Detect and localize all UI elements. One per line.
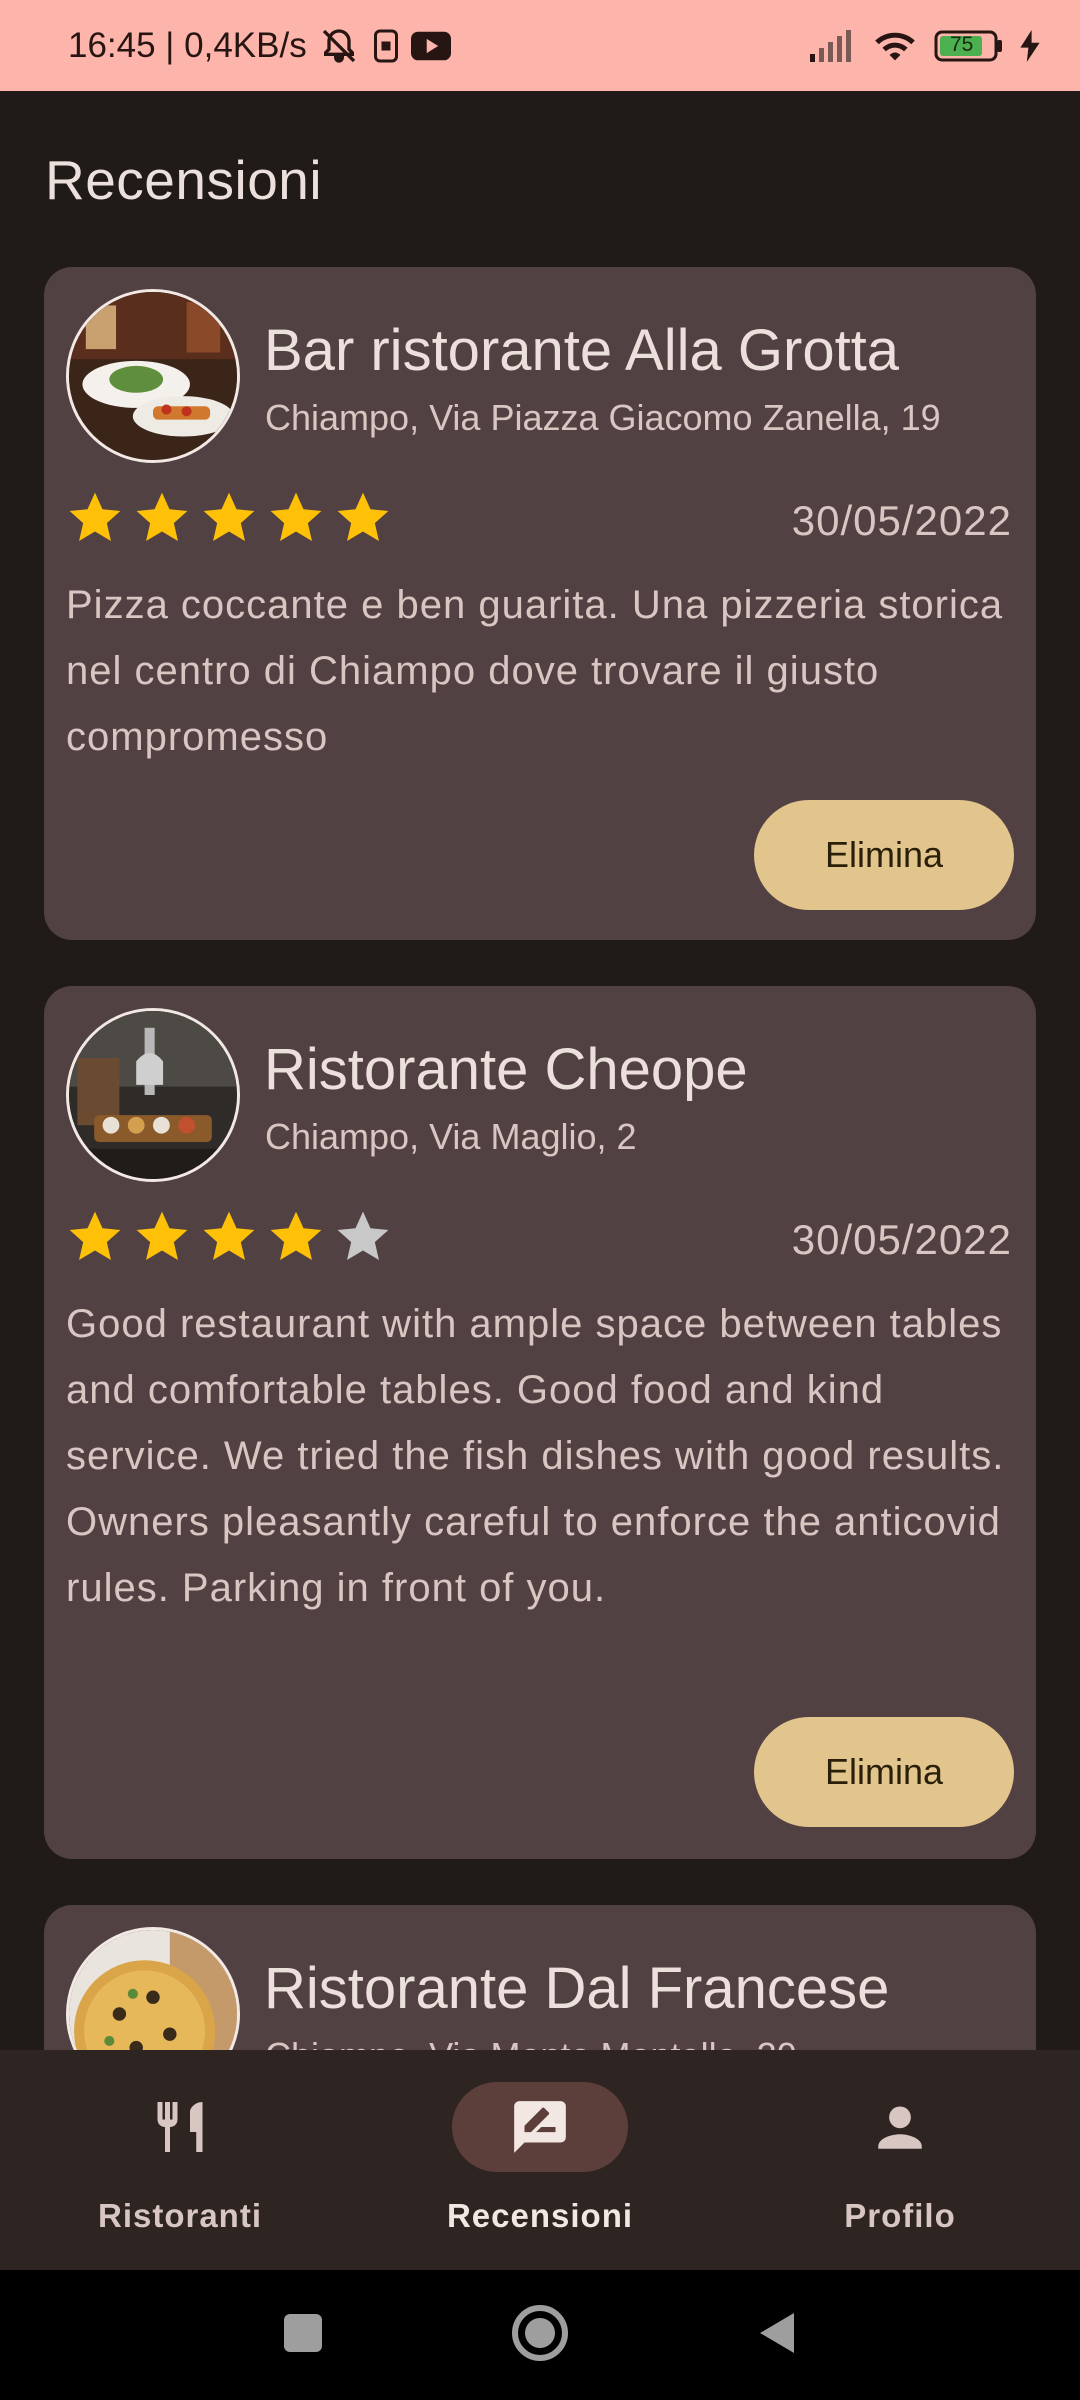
home-button[interactable] [505,2298,575,2368]
restaurant-photo [66,1927,240,2050]
star-filled-icon [337,492,389,541]
sim-icon [371,28,401,64]
star-rating [66,1208,392,1266]
status-left: 16:45 | 0,4KB/s [68,26,451,66]
nav-label: Recensioni [446,2197,634,2234]
recents-button[interactable] [268,2298,338,2368]
restaurant-address: Chiampo, Via Maglio, 2 [265,1116,637,1157]
star-filled-icon [69,492,121,541]
rate-review-icon [514,2101,566,2153]
star-filled-icon [270,492,322,541]
wifi-icon [872,28,918,64]
review-card: Ristorante Dal Francese Chiampo, Via Mon… [44,1905,1036,2050]
signal-icon [810,29,856,62]
battery-level: 75 [950,32,974,56]
nav-pill [92,2082,268,2172]
nav-item-ristoranti[interactable]: Ristoranti [0,2050,360,2270]
youtube-icon [410,31,451,61]
delete-review-button[interactable]: Elimina [754,1717,1014,1827]
review-date: 30/05/2022 [791,1216,1012,1263]
reviews-list[interactable]: Bar ristorante Alla Grotta Chiampo, Via … [0,250,1080,2050]
circle-icon [512,2305,568,2361]
page-title: Recensioni [45,149,323,211]
restaurant-icon [157,2102,203,2152]
star-empty-icon [337,1211,389,1260]
restaurant-name: Ristorante Dal Francese [264,1956,890,2021]
nav-pill [812,2082,988,2172]
restaurant-name: Ristorante Cheope [264,1037,748,1102]
star-filled-icon [203,492,255,541]
review-card: Ristorante Cheope Chiampo, Via Maglio, 2… [44,986,1036,1859]
square-icon [284,2314,322,2352]
nav-label: Profilo [844,2197,956,2234]
review-date: 30/05/2022 [791,497,1012,544]
restaurant-photo [66,1008,240,1182]
review-card: Bar ristorante Alla Grotta Chiampo, Via … [44,267,1036,940]
delete-review-button[interactable]: Elimina [754,800,1014,910]
star-rating [66,489,392,547]
restaurant-name: Bar ristorante Alla Grotta [264,318,900,383]
status-right: 75 [810,28,1040,64]
review-text: Good restaurant with ample space between… [66,1302,1005,1610]
system-navigation-bar [0,2270,1080,2400]
alarm-off-icon [317,26,361,66]
star-filled-icon [136,1211,188,1260]
status-time: 16:45 | 0,4KB/s [68,25,307,65]
charging-icon [1020,29,1040,62]
restaurant-photo [66,289,240,463]
star-filled-icon [203,1211,255,1260]
nav-item-profilo[interactable]: Profilo [720,2050,1080,2270]
star-filled-icon [136,492,188,541]
status-bar: 16:45 | 0,4KB/s 75 [0,0,1080,91]
nav-pill-active [452,2082,628,2172]
back-button[interactable] [742,2298,812,2368]
triangle-back-icon [760,2313,794,2353]
bottom-navigation: Ristoranti Recensioni Profilo [0,2050,1080,2270]
restaurant-address: Chiampo, Via Monte Montello, 20 [265,2035,797,2050]
restaurant-address: Chiampo, Via Piazza Giacomo Zanella, 19 [265,397,941,438]
battery-icon: 75 [934,30,1004,62]
star-filled-icon [69,1211,121,1260]
review-text: Pizza coccante e ben guarita. Una pizzer… [66,583,1004,759]
person-icon [878,2106,922,2149]
star-filled-icon [270,1211,322,1260]
nav-item-recensioni[interactable]: Recensioni [360,2050,720,2270]
nav-label: Ristoranti [97,2197,262,2234]
